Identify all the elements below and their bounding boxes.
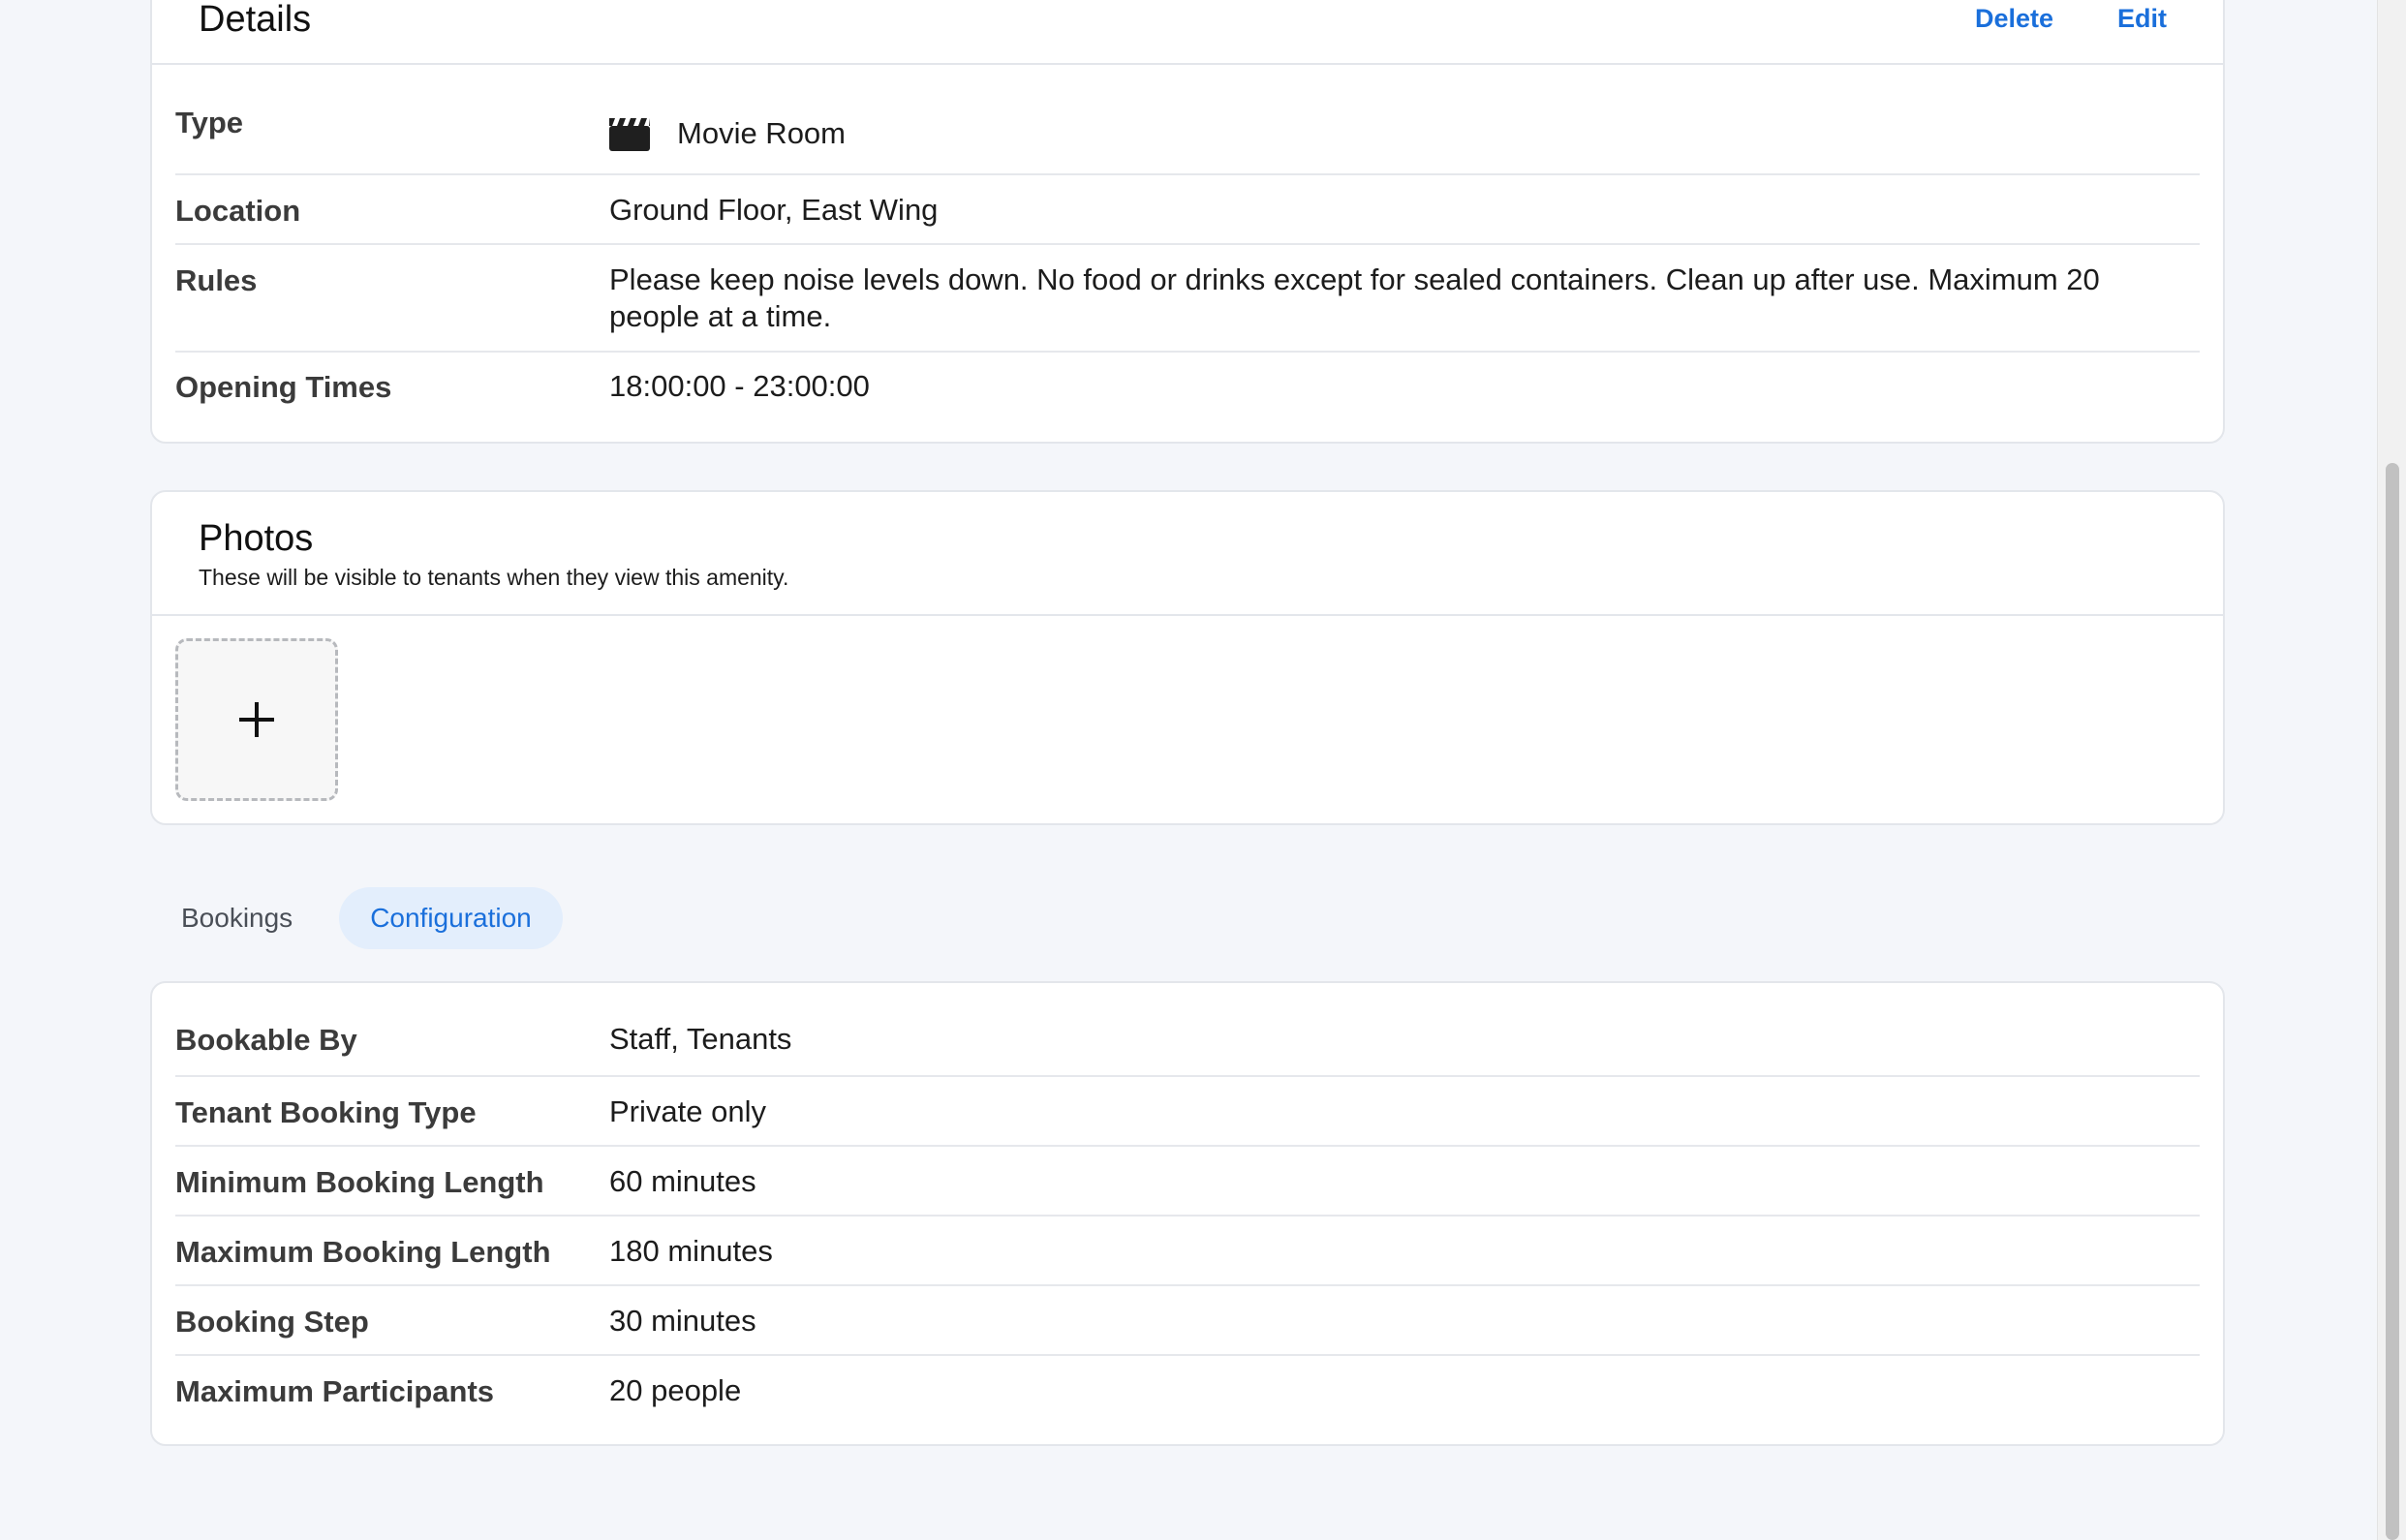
config-value: 20 people [609, 1373, 742, 1407]
scrollbar-thumb[interactable] [2386, 463, 2399, 1540]
amenity-type-value: Movie Room [677, 116, 846, 150]
detail-row-type: Type Movie Room [175, 65, 2200, 175]
details-rows: Type Movie Room Location Ground Floor, E… [152, 65, 2223, 444]
config-label: Tenant Booking Type [175, 1095, 477, 1129]
config-label: Bookable By [175, 1023, 357, 1057]
detail-label: Type [175, 106, 244, 139]
config-row-booking-step: Booking Step 30 minutes [175, 1286, 2200, 1356]
detail-label: Location [175, 194, 301, 228]
config-row-minimum-booking-length: Minimum Booking Length 60 minutes [175, 1147, 2200, 1217]
config-value: 30 minutes [609, 1304, 756, 1338]
config-label: Booking Step [175, 1305, 369, 1339]
details-title: Details [199, 0, 312, 40]
config-label: Maximum Participants [175, 1374, 495, 1408]
photos-header: Photos These will be visible to tenants … [152, 492, 2223, 616]
config-row-maximum-booking-length: Maximum Booking Length 180 minutes [175, 1217, 2200, 1286]
plus-icon [239, 702, 274, 737]
tab-bookings[interactable]: Bookings [150, 887, 324, 949]
detail-label: Rules [175, 263, 258, 297]
detail-value: 18:00:00 - 23:00:00 [609, 369, 870, 403]
detail-row-opening-times: Opening Times 18:00:00 - 23:00:00 [175, 353, 2200, 444]
detail-value: Ground Floor, East Wing [609, 193, 939, 227]
details-header: Details Delete Edit [152, 0, 2223, 65]
config-row-bookable-by: Bookable By Staff, Tenants [175, 983, 2200, 1077]
detail-row-rules: Rules Please keep noise levels down. No … [175, 245, 2200, 353]
configuration-rows: Bookable By Staff, Tenants Tenant Bookin… [152, 983, 2223, 1426]
details-card: Details Delete Edit Type Movie Room Loca… [150, 0, 2225, 444]
detail-value: Please keep noise levels down. No food o… [609, 262, 2100, 333]
clapperboard-icon [609, 116, 650, 151]
detail-value: Movie Room [609, 115, 2161, 152]
config-value: Staff, Tenants [609, 1022, 792, 1056]
amenity-page: Details Delete Edit Type Movie Room Loca… [0, 0, 2377, 1540]
photos-title: Photos [199, 518, 314, 559]
photos-card: Photos These will be visible to tenants … [150, 490, 2225, 825]
config-value: Private only [609, 1094, 766, 1128]
tab-configuration[interactable]: Configuration [339, 887, 563, 949]
page-scrollbar[interactable] [2377, 0, 2406, 1540]
config-value: 180 minutes [609, 1234, 773, 1268]
config-label: Maximum Booking Length [175, 1235, 551, 1269]
photos-subtitle: These will be visible to tenants when th… [199, 565, 789, 590]
config-row-tenant-booking-type: Tenant Booking Type Private only [175, 1077, 2200, 1147]
detail-row-location: Location Ground Floor, East Wing [175, 175, 2200, 245]
configuration-card: Bookable By Staff, Tenants Tenant Bookin… [150, 981, 2225, 1446]
config-row-maximum-participants: Maximum Participants 20 people [175, 1356, 2200, 1426]
delete-button[interactable]: Delete [1975, 4, 2053, 34]
config-label: Minimum Booking Length [175, 1165, 544, 1199]
detail-label: Opening Times [175, 370, 392, 404]
edit-button[interactable]: Edit [2117, 4, 2167, 34]
config-value: 60 minutes [609, 1164, 756, 1198]
amenity-tabs: Bookings Configuration [150, 887, 563, 949]
add-photo-button[interactable] [175, 638, 338, 801]
